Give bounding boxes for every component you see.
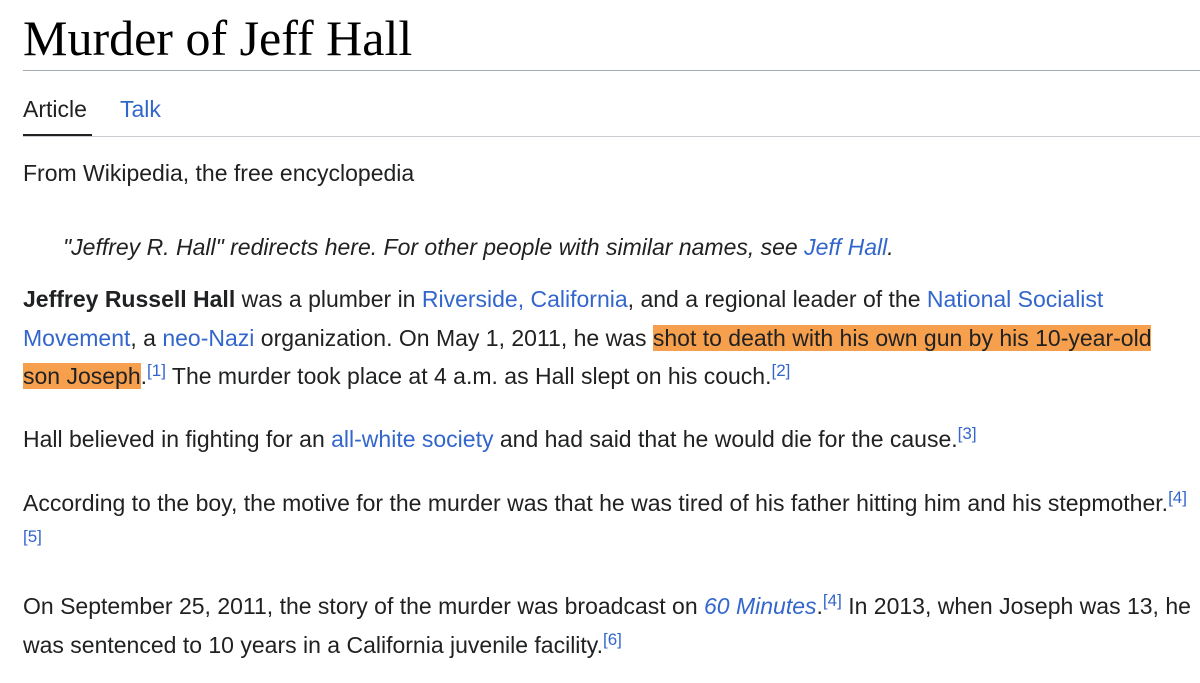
title-divider — [23, 70, 1200, 71]
link-all-white-society[interactable]: all-white society — [331, 426, 493, 452]
link-60-minutes[interactable]: 60 Minutes — [704, 593, 817, 619]
hatnote-link-jeff-hall[interactable]: Jeff Hall — [804, 234, 887, 260]
tab-article[interactable]: Article — [23, 92, 87, 126]
citation-5[interactable]: [5] — [23, 527, 42, 546]
page-tabs: Article Talk — [23, 92, 1200, 137]
text-fragment: was a plumber in — [235, 286, 422, 312]
page-title: Murder of Jeff Hall — [23, 10, 413, 66]
paragraph-broadcast: On September 25, 2011, the story of the … — [23, 587, 1193, 664]
paragraph-motive: According to the boy, the motive for the… — [23, 484, 1193, 561]
text-fragment: On September 25, 2011, the story of the … — [23, 593, 705, 619]
citation-4[interactable]: [4] — [823, 591, 842, 610]
text-fragment: and had said that he would die for the c… — [493, 426, 958, 452]
tab-talk[interactable]: Talk — [120, 92, 161, 126]
citation-4[interactable]: [4] — [1168, 488, 1187, 507]
article-subject: Jeffrey Russell Hall — [23, 286, 236, 312]
citation-6[interactable]: [6] — [603, 630, 622, 649]
citation-2[interactable]: [2] — [771, 361, 790, 380]
hatnote: "Jeffrey R. Hall" redirects here. For ot… — [63, 231, 894, 263]
paragraph-intro: Jeffrey Russell Hall was a plumber in Ri… — [23, 280, 1193, 396]
citation-3[interactable]: [3] — [958, 424, 977, 443]
text-fragment: organization. On May 1, 2011, he was — [254, 324, 653, 351]
text-fragment: According to the boy, the motive for the… — [23, 490, 1169, 516]
link-riverside-california[interactable]: Riverside, California — [422, 286, 628, 312]
text-fragment: Hall believed in fighting for an — [23, 426, 332, 452]
paragraph-beliefs: Hall believed in fighting for an all-whi… — [23, 420, 1193, 459]
citation-1[interactable]: [1] — [147, 361, 166, 380]
site-tagline: From Wikipedia, the free encyclopedia — [23, 160, 415, 186]
link-neo-nazi[interactable]: neo-Nazi — [162, 325, 254, 351]
tabs-divider — [23, 136, 1200, 137]
text-fragment: , and a regional leader of the — [627, 286, 927, 312]
text-fragment: The murder took place at 4 a.m. as Hall … — [165, 363, 772, 389]
text-fragment: , a — [130, 324, 163, 351]
hatnote-text: "Jeffrey R. Hall" redirects here. For ot… — [63, 234, 805, 260]
hatnote-suffix: . — [887, 234, 894, 260]
